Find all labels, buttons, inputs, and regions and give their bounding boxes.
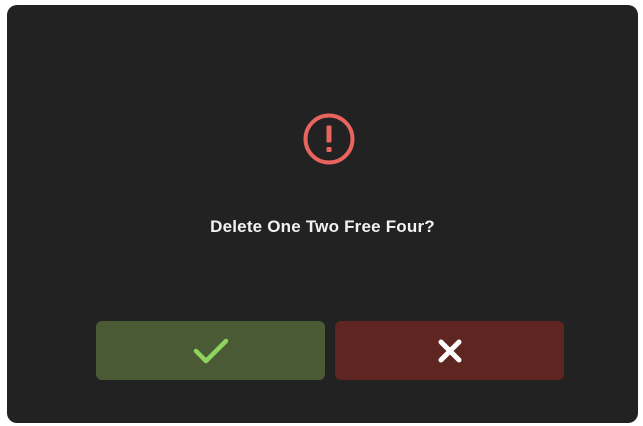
confirm-button[interactable] xyxy=(96,321,325,380)
cancel-button[interactable] xyxy=(335,321,564,380)
exclamation-circle-icon xyxy=(302,112,356,166)
dialog-message: Delete One Two Free Four? xyxy=(210,217,435,236)
close-x-icon xyxy=(437,338,463,364)
checkmark-icon xyxy=(192,336,230,366)
delete-confirmation-dialog: Delete One Two Free Four? xyxy=(7,5,638,423)
